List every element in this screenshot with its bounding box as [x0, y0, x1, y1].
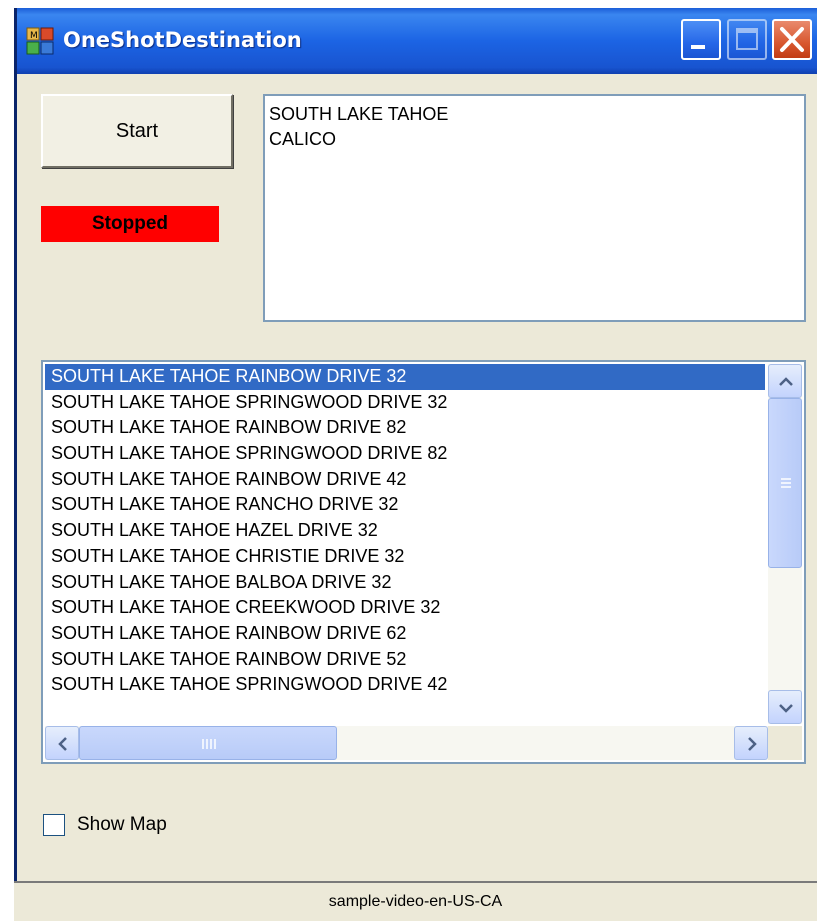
caption-text: sample-video-en-US-CA: [328, 893, 503, 910]
list-item[interactable]: SOUTH LAKE TAHOE HAZEL DRIVE 32: [45, 518, 765, 544]
grip-icon: [80, 739, 338, 762]
window-title: OneShotDestination: [63, 28, 302, 52]
list-item[interactable]: SOUTH LAKE TAHOE RAINBOW DRIVE 42: [45, 467, 765, 493]
grip-icon: [769, 478, 803, 573]
start-button[interactable]: Start: [41, 94, 233, 168]
vertical-scroll-thumb[interactable]: [768, 398, 802, 568]
destinations-box[interactable]: SOUTH LAKE TAHOE CALICO: [263, 94, 806, 322]
list-item[interactable]: SOUTH LAKE TAHOE CREEKWOOD DRIVE 32: [45, 595, 765, 621]
list-item[interactable]: SOUTH LAKE TAHOE SPRINGWOOD DRIVE 82: [45, 441, 765, 467]
status-badge: Stopped: [41, 206, 219, 242]
list-item[interactable]: SOUTH LAKE TAHOE BALBOA DRIVE 32: [45, 570, 765, 596]
scroll-up-button[interactable]: [768, 364, 802, 398]
list-item[interactable]: SOUTH LAKE TAHOE CHRISTIE DRIVE 32: [45, 544, 765, 570]
list-rows: SOUTH LAKE TAHOE RAINBOW DRIVE 32 SOUTH …: [45, 364, 765, 698]
minimize-button[interactable]: [681, 19, 721, 60]
horizontal-scroll-thumb[interactable]: [79, 726, 337, 760]
results-listbox[interactable]: SOUTH LAKE TAHOE RAINBOW DRIVE 32 SOUTH …: [41, 360, 806, 764]
horizontal-scrollbar[interactable]: [45, 726, 768, 760]
destination-item: SOUTH LAKE TAHOE: [269, 104, 449, 124]
list-item[interactable]: SOUTH LAKE TAHOE RAINBOW DRIVE 32: [45, 364, 765, 390]
app-window: M OneShotDestination Start Stopped SOUTH…: [14, 8, 817, 881]
scroll-right-button[interactable]: [734, 726, 768, 760]
maximize-button[interactable]: [727, 19, 767, 60]
caption-strip: sample-video-en-US-CA: [14, 881, 817, 921]
show-map-option[interactable]: Show Map: [43, 810, 167, 840]
svg-text:M: M: [30, 31, 38, 41]
destination-item: CALICO: [269, 129, 337, 149]
list-item[interactable]: SOUTH LAKE TAHOE RAINBOW DRIVE 62: [45, 621, 765, 647]
list-item[interactable]: SOUTH LAKE TAHOE SPRINGWOOD DRIVE 32: [45, 390, 765, 416]
title-bar[interactable]: M OneShotDestination: [17, 8, 817, 74]
close-button[interactable]: [772, 19, 812, 60]
show-map-checkbox[interactable]: [43, 814, 65, 836]
scrollbar-corner: [768, 726, 802, 760]
list-item[interactable]: SOUTH LAKE TAHOE SPRINGWOOD DRIVE 42: [45, 672, 765, 698]
scroll-left-button[interactable]: [45, 726, 79, 760]
app-icon: M: [26, 27, 54, 55]
list-item[interactable]: SOUTH LAKE TAHOE RAINBOW DRIVE 52: [45, 647, 765, 673]
vertical-scrollbar[interactable]: [768, 364, 802, 724]
scroll-down-button[interactable]: [768, 690, 802, 724]
show-map-label: Show Map: [77, 814, 167, 835]
list-item[interactable]: SOUTH LAKE TAHOE RAINBOW DRIVE 82: [45, 415, 765, 441]
list-item[interactable]: SOUTH LAKE TAHOE RANCHO DRIVE 32: [45, 492, 765, 518]
